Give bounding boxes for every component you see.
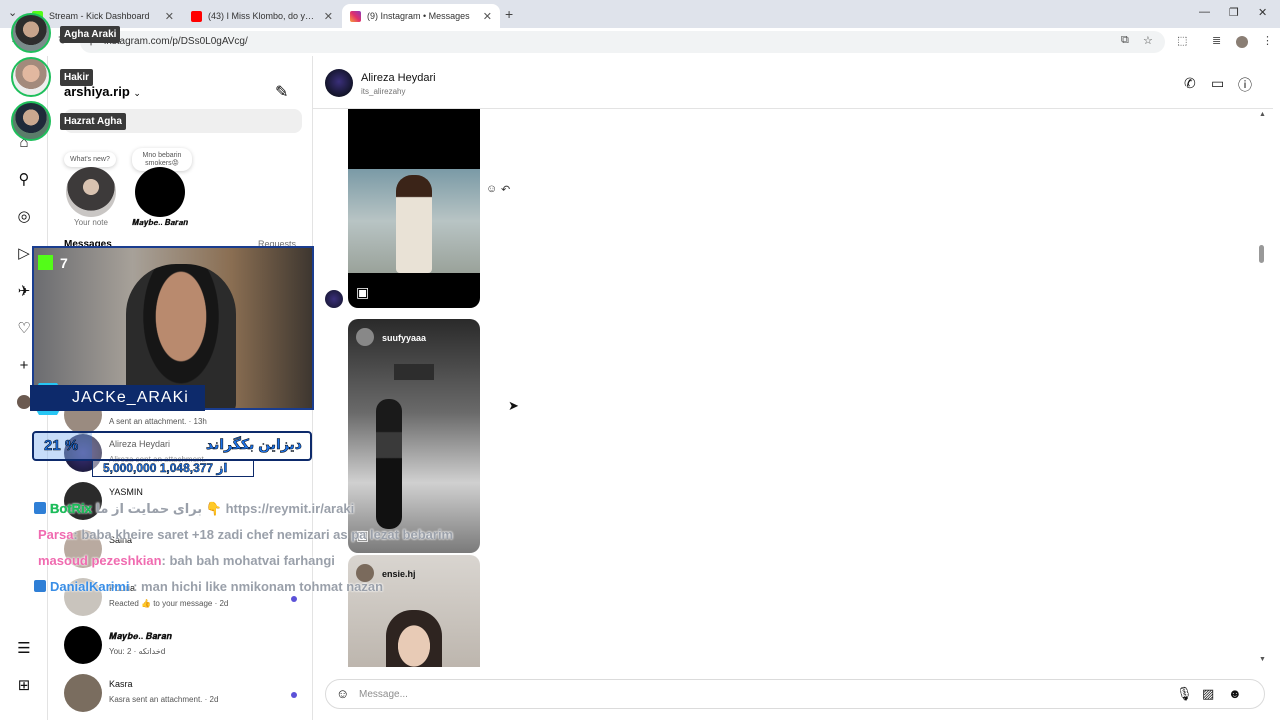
profile-icon[interactable] (17, 395, 31, 409)
tab-youtube[interactable]: (43) I Miss Klombo, do you?😭 ✕ (183, 4, 341, 28)
author-name: suufyyaaa (382, 333, 427, 343)
url-text[interactable]: instagram.com/p/DSs0L0gAVcg/ (104, 36, 248, 47)
note-bubble[interactable]: What's new? (64, 152, 116, 167)
tab-instagram[interactable]: (9) Instagram • Messages ✕ (342, 4, 500, 28)
video-call-icon[interactable]: ▭ (1211, 75, 1224, 92)
conversation-item[interactable]: Kasra Kasra sent an attachment. · 2d (64, 674, 304, 718)
react-emoji-icon[interactable]: ☺ (486, 183, 497, 195)
create-plus-icon[interactable]: + (15, 357, 33, 375)
unread-dot (291, 692, 297, 698)
youtube-icon (191, 10, 202, 22)
compose-icon[interactable]: ✎ (275, 82, 288, 102)
tab-search-icon[interactable]: ⌄ (8, 6, 17, 19)
chat-avatar[interactable] (325, 69, 353, 97)
viewer-name-tag: Agha Araki (60, 26, 121, 43)
reel-person (396, 175, 432, 273)
shared-reel[interactable]: suufyyaaa ▣ (348, 319, 480, 553)
profile-avatar[interactable] (1236, 36, 1248, 48)
viewer-avatar (11, 101, 51, 141)
messages-icon[interactable]: ✈ (15, 283, 33, 301)
reel-person (386, 610, 442, 667)
note-label: Your note (74, 218, 108, 227)
reel-caption-box (394, 364, 434, 380)
donation-goal-bar: 21 % دیزاین بکگراند (32, 431, 312, 461)
avatar (64, 674, 102, 712)
stream-chat-line: masoud pezeshkian: bah bah mohatvai farh… (38, 553, 335, 568)
viewer-avatar (11, 13, 51, 53)
viewer-name-tag: Hakir (60, 69, 94, 86)
search-icon[interactable]: ⚲ (15, 171, 33, 189)
emoji-icon[interactable]: ☺ (336, 686, 349, 701)
note-label: 𝑴𝒂𝒚𝒃𝒆.. 𝑩𝒂𝒓𝒂𝒏 (132, 218, 188, 227)
avatar (64, 626, 102, 664)
scroll-down-icon[interactable]: ▼ (1259, 656, 1266, 663)
unread-dot (291, 596, 297, 602)
media-icon[interactable]: ≣ (1212, 34, 1221, 47)
chat-scrollbar[interactable] (1259, 116, 1265, 666)
phone-call-icon[interactable]: ✆ (1184, 75, 1196, 92)
restore-icon[interactable]: ❐ (1229, 6, 1239, 19)
author-avatar (356, 328, 374, 346)
reels-icon[interactable]: ▷ (15, 245, 33, 263)
reel-icon: ▣ (356, 284, 370, 300)
conversation-item[interactable]: 𝑴𝒂𝒚𝒃𝒆.. 𝑩𝒂𝒓𝒂𝒏 You: خداتکه · 2d (64, 626, 304, 670)
chat-header: Alireza Heydari its_alirezahy ✆ ▭ ⓘ (313, 56, 1273, 109)
reel-person (376, 399, 402, 529)
extensions-icon[interactable]: ⬚ (1177, 34, 1187, 47)
sticker-icon[interactable]: ☻ (1228, 686, 1242, 701)
your-note-avatar[interactable] (66, 167, 116, 217)
scroll-up-icon[interactable]: ▲ (1259, 111, 1266, 118)
sender-avatar (325, 290, 343, 308)
also-from-meta-icon[interactable]: ⊞ (15, 677, 33, 695)
chat-panel: Alireza Heydari its_alirezahy ✆ ▭ ⓘ ▣ ☺ … (313, 56, 1280, 720)
shared-reel[interactable]: ▣ (348, 109, 480, 308)
more-menu-icon[interactable]: ☰ (15, 640, 33, 658)
minimize-icon[interactable]: — (1199, 6, 1210, 18)
explore-icon[interactable]: ◎ (15, 208, 33, 226)
goal-percent: 21 % (44, 437, 79, 455)
close-window-icon[interactable]: ✕ (1258, 6, 1267, 19)
viewer-count: 7 (60, 255, 68, 271)
shared-reel[interactable]: ensie.hj (348, 555, 480, 667)
goal-title: دیزاین بکگراند (205, 436, 303, 453)
browser-tab-bar: ⌄ Stream - Kick Dashboard ✕ (43) I Miss … (0, 0, 1280, 28)
menu-kebab-icon[interactable]: ⋮ (1262, 34, 1273, 47)
microphone-icon[interactable]: 🎙 (1176, 686, 1193, 702)
chat-contact-name[interactable]: Alireza Heydari (361, 72, 436, 84)
browser-toolbar: ← ↻ ⚲ instagram.com/p/DSs0L0gAVcg/ ⧉ ☆ ⬚… (0, 28, 1280, 56)
chat-badge-icon (34, 580, 46, 592)
close-tab-icon[interactable]: ✕ (324, 10, 333, 23)
viewer-name-tag: Hazrat Agha (60, 113, 126, 130)
notifications-heart-icon[interactable]: ♡ (15, 320, 33, 338)
chat-contact-handle: its_alirezahy (361, 87, 406, 96)
stream-chat-line: BotRix برای حمایت از ما 👇 https://reymit… (34, 501, 354, 517)
close-tab-icon[interactable]: ✕ (483, 10, 492, 23)
note-avatar[interactable] (135, 167, 185, 217)
install-app-icon[interactable]: ⧉ (1121, 34, 1129, 47)
info-icon[interactable]: ⓘ (1238, 75, 1252, 95)
stream-chat-line: Parsa: baba kheire saret +18 zadi chef n… (38, 527, 454, 542)
chat-badge-icon (34, 502, 46, 514)
viewer-avatar (11, 57, 51, 97)
chat-scroll-thumb[interactable] (1259, 245, 1264, 263)
streamer-name: JACKe_ARAKi (30, 385, 205, 411)
account-switcher[interactable]: arshiya.rip ⌄ (64, 84, 141, 99)
bookmark-star-icon[interactable]: ☆ (1143, 34, 1153, 47)
message-input[interactable]: ☺ Message... 🎙 ▨ ☻ (325, 679, 1265, 709)
close-tab-icon[interactable]: ✕ (165, 10, 174, 23)
instagram-icon (350, 10, 361, 22)
reply-icon[interactable]: ↶ (501, 183, 510, 196)
image-icon[interactable]: ▨ (1202, 686, 1214, 702)
reel-thumbnail (348, 169, 480, 273)
kick-logo-icon (38, 255, 53, 270)
stream-chat-line: DanialKarimi : man hichi like nmikonam t… (34, 579, 383, 594)
author-name: ensie.hj (382, 569, 416, 579)
mouse-cursor-icon: ➤ (508, 398, 519, 413)
chevron-down-icon: ⌄ (133, 88, 141, 98)
new-tab-icon[interactable]: + (505, 6, 513, 22)
goal-amount: 5,000,000 از 1,048,377 (92, 460, 254, 477)
